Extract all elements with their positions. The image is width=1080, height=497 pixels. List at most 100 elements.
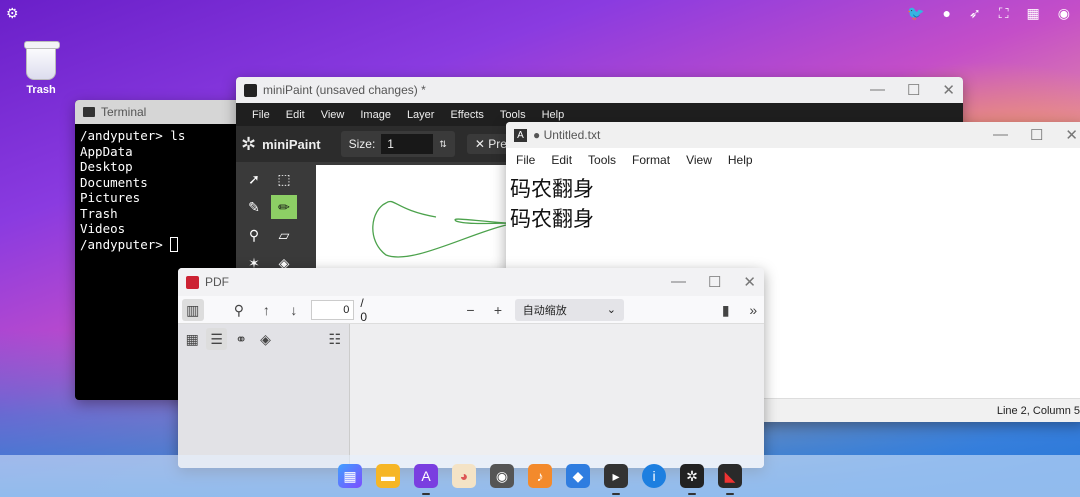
brush-icon[interactable]: ✎ bbox=[241, 195, 267, 219]
network-icon[interactable]: ⚙ bbox=[6, 0, 19, 26]
maximize-icon[interactable]: ☐ bbox=[907, 81, 920, 99]
notepad-text-area[interactable]: 码农翻身 码农翻身 bbox=[506, 172, 1080, 236]
github-icon[interactable]: ● bbox=[943, 0, 951, 26]
pdf-title: PDF bbox=[205, 275, 229, 289]
next-page-icon[interactable]: ↓ bbox=[283, 299, 305, 321]
file-manager-icon[interactable]: ▬ bbox=[376, 464, 400, 488]
minipaint-titlebar[interactable]: miniPaint (unsaved changes) * — ☐ ✕ bbox=[236, 77, 963, 103]
pdf-icon[interactable]: ◣ bbox=[718, 464, 742, 495]
trash-desktop-icon[interactable]: Trash bbox=[20, 41, 62, 96]
bookmark-icon[interactable]: ▮ bbox=[715, 299, 737, 321]
menu-file[interactable]: File bbox=[244, 109, 278, 121]
menu-layer[interactable]: Layer bbox=[399, 109, 443, 121]
minimize-icon[interactable]: — bbox=[870, 81, 885, 99]
start-menu-icon[interactable]: ▦ bbox=[338, 464, 362, 488]
page-number-input[interactable]: 0 bbox=[310, 299, 355, 320]
close-icon[interactable]: ✕ bbox=[1065, 126, 1078, 144]
minipaint-icon[interactable]: ✲ bbox=[680, 464, 704, 495]
size-label: Size: bbox=[348, 137, 376, 151]
notepad-app-icon: A bbox=[514, 128, 527, 142]
chevron-down-icon: ⌄ bbox=[606, 304, 617, 316]
notepad-titlebar[interactable]: A ● Untitled.txt — ☐ ✕ bbox=[506, 122, 1080, 148]
menu-image[interactable]: Image bbox=[352, 109, 399, 121]
page-total: / 0 bbox=[360, 295, 368, 324]
paint-palette-icon[interactable]: ◕ bbox=[452, 464, 476, 488]
text-editor-icon[interactable]: A bbox=[414, 464, 438, 495]
menu-help[interactable]: Help bbox=[534, 109, 573, 121]
info-icon[interactable]: i bbox=[642, 464, 666, 488]
outline-options-icon[interactable]: ☷ bbox=[325, 328, 345, 350]
eyedropper-icon[interactable]: ⚲ bbox=[241, 223, 267, 247]
menu-view[interactable]: View bbox=[678, 153, 720, 167]
zoom-in-icon[interactable]: + bbox=[487, 299, 509, 321]
menu-tools[interactable]: Tools bbox=[580, 153, 624, 167]
running-indicator bbox=[726, 493, 734, 495]
pdf-window[interactable]: PDF — ☐ ✕ ▥ ⚲ ↑ ↓ 0 / 0 − + 自动缩放 ⌄ ▮ » ▦… bbox=[178, 268, 764, 468]
minimize-icon[interactable]: — bbox=[993, 126, 1008, 144]
trash-label: Trash bbox=[26, 84, 56, 96]
rect-select-icon[interactable]: ⬚ bbox=[271, 167, 297, 191]
pdf-viewer-area[interactable] bbox=[350, 324, 764, 468]
maximize-icon[interactable]: ☐ bbox=[1030, 126, 1043, 144]
size-stepper-icon[interactable]: ⇅ bbox=[439, 139, 447, 150]
menu-help[interactable]: Help bbox=[720, 153, 761, 167]
microphone-icon[interactable]: ♪ bbox=[528, 464, 552, 488]
minipaint-title: miniPaint (unsaved changes) * bbox=[263, 83, 426, 97]
zoom-value: 自动缩放 bbox=[522, 304, 567, 317]
rocket-icon[interactable]: ➶ bbox=[969, 0, 981, 26]
layers-icon[interactable]: ◈ bbox=[255, 328, 275, 350]
user-icon[interactable]: ◉ bbox=[1058, 0, 1070, 26]
pdf-sidebar: ▦ ☰ ⚭ ◈ ☷ bbox=[178, 324, 350, 468]
minipaint-logo: miniPaint bbox=[262, 136, 321, 152]
menu-file[interactable]: File bbox=[508, 153, 543, 167]
zoom-select[interactable]: 自动缩放 ⌄ bbox=[514, 298, 625, 321]
close-icon[interactable]: ✕ bbox=[743, 273, 756, 291]
menu-edit[interactable]: Edit bbox=[278, 109, 313, 121]
select-arrow-icon[interactable]: ➚ bbox=[241, 167, 267, 191]
menu-effects[interactable]: Effects bbox=[442, 109, 491, 121]
menu-edit[interactable]: Edit bbox=[543, 153, 580, 167]
qr-icon[interactable]: ▦ bbox=[1027, 0, 1040, 26]
minipaint-logo-icon: ✲ bbox=[241, 133, 257, 154]
close-icon[interactable]: ✕ bbox=[942, 81, 955, 99]
pdf-titlebar[interactable]: PDF — ☐ ✕ bbox=[178, 268, 764, 296]
maximize-icon[interactable]: ☐ bbox=[708, 273, 721, 291]
zoom-out-icon[interactable]: − bbox=[460, 299, 482, 321]
sidebar-toggle-icon[interactable]: ▥ bbox=[182, 298, 204, 321]
terminal-icon bbox=[83, 107, 95, 117]
thumbnails-icon[interactable]: ▦ bbox=[182, 328, 202, 350]
menu-format[interactable]: Format bbox=[624, 153, 678, 167]
pdf-app-icon bbox=[186, 275, 199, 289]
fullscreen-icon[interactable]: ⛶ bbox=[999, 0, 1009, 26]
search-icon[interactable]: ⚲ bbox=[228, 299, 250, 321]
text-line: 码农翻身 bbox=[510, 207, 594, 231]
minimize-icon[interactable]: — bbox=[671, 273, 686, 291]
trash-icon bbox=[24, 41, 60, 80]
camera-icon[interactable]: ◉ bbox=[490, 464, 514, 488]
more-tools-icon[interactable]: » bbox=[742, 299, 764, 321]
outline-icon[interactable]: ☰ bbox=[206, 328, 227, 350]
size-input[interactable]: 1 bbox=[381, 134, 434, 154]
terminal-cursor bbox=[170, 236, 179, 252]
cubes-icon[interactable]: ◆ bbox=[566, 464, 590, 488]
terminal-prompt: /andyputer> bbox=[80, 236, 171, 252]
top-bar: ⚙ 🐦 ● ➶ ⛶ ▦ ◉ bbox=[0, 0, 1080, 26]
close-icon: ✕ bbox=[474, 137, 489, 151]
running-indicator bbox=[422, 493, 430, 495]
minipaint-app-icon bbox=[244, 83, 257, 97]
minipaint-tool-palette: ➚ ⬚ ✎ ✏ ⚲ ▱ ✶ ◈ bbox=[241, 167, 299, 279]
pdf-toolbar: ▥ ⚲ ↑ ↓ 0 / 0 − + 自动缩放 ⌄ ▮ » bbox=[178, 296, 764, 324]
menu-view[interactable]: View bbox=[313, 109, 353, 121]
terminal-icon[interactable]: ▸ bbox=[604, 464, 628, 495]
attachments-icon[interactable]: ⚭ bbox=[231, 328, 251, 350]
text-line: 码农翻身 bbox=[510, 177, 594, 201]
prev-page-icon[interactable]: ↑ bbox=[256, 299, 278, 321]
notepad-title: ● Untitled.txt bbox=[533, 128, 601, 142]
pencil-icon[interactable]: ✏ bbox=[271, 195, 297, 219]
running-indicator bbox=[612, 493, 620, 495]
dock: ▦ ▬ A ◕ ◉ ♪ ◆ ▸ i ✲ ◣ bbox=[0, 455, 1080, 497]
menu-tools[interactable]: Tools bbox=[492, 109, 534, 121]
twitter-icon[interactable]: 🐦 bbox=[907, 0, 924, 26]
eraser-icon[interactable]: ▱ bbox=[271, 223, 297, 247]
size-control: Size: 1 ⇅ bbox=[340, 131, 455, 157]
